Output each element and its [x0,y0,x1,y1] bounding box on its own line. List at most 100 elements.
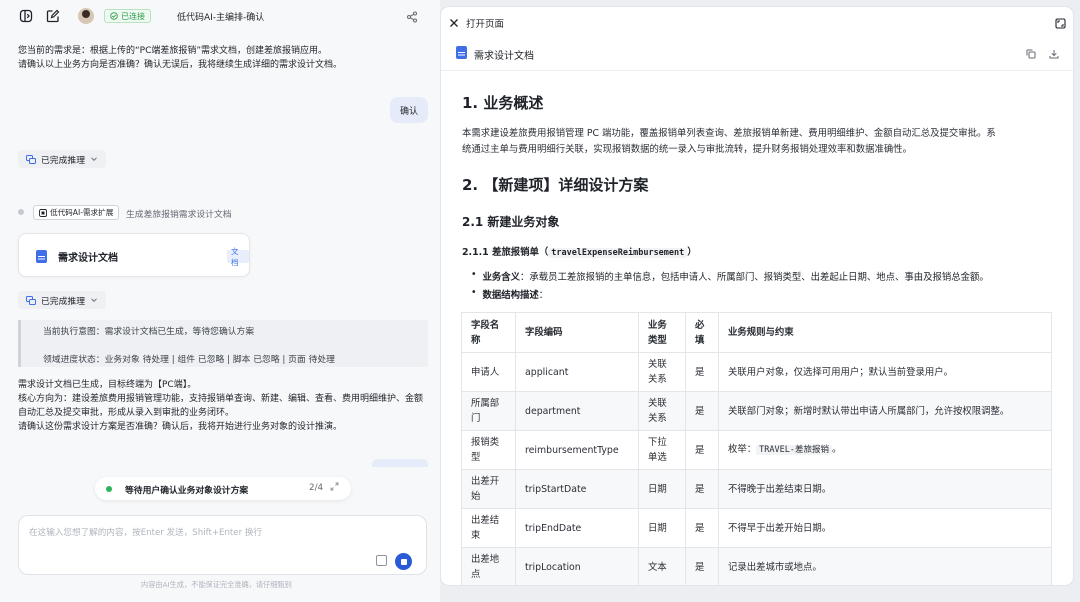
subsection-heading: 2.1 新建业务对象 [462,215,560,229]
table-cell: 日期 [638,469,686,509]
fullscreen-icon[interactable] [1052,15,1068,31]
document-card-title: 需求设计文档 [58,253,118,264]
chat-input-placeholder[interactable]: 在这输入您想了解的内容，按Enter 发送，Shift+Enter 换行 [29,526,262,538]
avatar[interactable] [78,8,94,24]
paragraph-line: 统通过主单与费用明细行关联，实现报销数据的统一录入与审批流转，提升财务报销处理效… [462,144,913,155]
table-cell: 不得早于出差开始日期。 [718,508,1052,548]
document-icon [36,250,47,263]
table-row: 所属部门 department 关联关系 是 关联部门对象；新增时默认带出申请人… [461,391,1052,431]
panel-header: 打开页面 [441,7,1073,37]
table-cell: 是 [685,430,719,470]
table-header-row: 字段名称 字段编码 业务类型 必填 业务规则与约束 [461,312,1052,353]
status-badge: 已连接 [104,9,151,23]
table-row: 出差地点 tripLocation 文本 是 记录出差城市或地点。 [461,547,1052,585]
chat-panel: 已连接 低代码AI-主编排-确认 您当前的需求是：根据上传的“PC端差旅报销”需… [0,0,440,602]
agent-tag: 低代码AI-需求扩展 [33,205,120,220]
bullet-dot: • [471,269,477,280]
document-content: 1. 业务概述 本需求建设差旅费用报销管理 PC 端功能，覆盖报销单列表查询、差… [461,71,1053,585]
reasoning-icon [26,295,36,305]
table-cell: 是 [685,391,719,431]
table-cell: 关联关系 [638,352,686,392]
field-table: 字段名称 字段编码 业务类型 必填 业务规则与约束 申请人 applicant … [461,312,1052,585]
column-header: 字段编码 [515,312,639,353]
user-message: 确认 [390,97,428,123]
reasoning-toggle[interactable]: 已完成推理 [18,291,106,309]
document-title: 需求设计文档 [474,51,534,62]
reasoning-toggle[interactable]: 已完成推理 [18,150,106,168]
table-row: 出差开始 tripStartDate 日期 是 不得晚于出差结束日期。 [461,469,1052,509]
object-heading-prefix: 2.1.1 差旅报销单（ [462,247,549,258]
table-cell: 日期 [638,508,686,548]
paragraph-line: 本需求建设差旅费用报销管理 PC 端功能，覆盖报销单列表查询、差旅报销单新建、费… [462,128,996,139]
enum-code: TRAVEL-差旅报销 [756,445,832,455]
table-cell: 是 [685,469,719,509]
bullet-label: 数据结构描述 [482,290,539,301]
cell-text: 枚举： [728,444,757,455]
user-message-partial [372,459,428,467]
document-type-tag: 文档 [227,247,249,267]
table-cell: 申请人 [461,352,516,392]
column-header: 业务类型 [638,312,686,353]
progress-text: 等待用户确认业务对象设计方案 [125,486,249,496]
table-cell: reimbursementType [515,430,639,470]
reasoning-quote: 当前执行意图：需求设计文档已生成，等待您确认方案 领域进度状态：业务对象 待处理… [18,320,428,367]
message-line: 请确认以上业务方向是否准确？确认无误后，我将继续生成详细的需求设计文档。 [18,60,343,70]
cell-text: 。 [831,444,842,455]
share-icon[interactable] [404,9,420,25]
table-cell: 出差开始 [461,469,516,509]
document-card[interactable]: 需求设计文档 文档 [18,233,250,277]
progress-status-dot [106,486,112,492]
assistant-message: 需求设计文档已生成，目标终端为【PC端】。 核心方向为：建设差旅费用报销管理功能… [18,378,423,434]
message-line: 请确认这份需求设计方案是否准确？确认后，我将开始进行业务对象的设计推演。 [18,422,343,432]
section-heading: 1. 业务概述 [462,94,544,112]
column-header: 业务规则与约束 [718,312,1052,353]
message-line: 自动汇总及提交审批，形成从录入到审批的业务闭环。 [18,408,235,418]
overview-paragraph: 本需求建设差旅费用报销管理 PC 端功能，覆盖报销单列表查询、差旅报销单新建、费… [462,126,1052,158]
table-cell: tripLocation [515,547,639,585]
bullet-text: ： [538,290,549,301]
sidebar-toggle-icon[interactable] [18,8,34,24]
chevron-down-icon [91,157,97,162]
table-cell: applicant [515,352,639,392]
check-circle-icon [110,12,118,20]
panel-title: 打开页面 [466,19,505,30]
object-code: travelExpenseReimbursement [548,248,688,258]
table-cell: 出差结束 [461,508,516,548]
timeline-dot [18,209,24,215]
table-cell: 下拉单选 [638,430,686,470]
table-cell: 关联用户对象，仅选择可用用户；默认当前登录用户。 [718,352,1052,392]
object-heading-suffix: ） [687,247,697,258]
table-cell: tripEndDate [515,508,639,548]
quote-line: 当前执行意图：需求设计文档已生成，等待您确认方案 [43,327,255,337]
table-cell: 是 [685,508,719,548]
progress-indicator[interactable]: 等待用户确认业务对象设计方案 2/4 [95,477,351,500]
image-upload-icon[interactable] [376,555,387,566]
close-icon[interactable] [446,15,462,31]
status-text: 已连接 [121,11,145,21]
table-cell: department [515,391,639,431]
page-title: 低代码AI-主编排-确认 [177,13,265,23]
table-cell: 枚举： TRAVEL-差旅报销。 [718,430,1052,470]
chat-input-box[interactable]: 在这输入您想了解的内容，按Enter 发送，Shift+Enter 换行 [18,515,427,575]
table-cell: 不得晚于出差结束日期。 [718,469,1052,509]
object-heading: 2.1.1 差旅报销单（ travelExpenseReimbursement） [462,244,697,258]
column-header: 字段名称 [461,312,516,353]
copy-icon[interactable] [1023,46,1039,62]
assistant-message: 您当前的需求是：根据上传的“PC端差旅报销”需求文档，创建差旅报销应用。 请确认… [18,44,342,72]
stop-button[interactable] [395,553,412,570]
expand-icon[interactable] [330,482,339,494]
section-heading: 2. 【新建项】详细设计方案 [462,176,649,194]
download-icon[interactable] [1046,46,1062,62]
bullet-item: • 业务含义：承载员工差旅报销的主单信息，包括申请人、所属部门、报销类型、出差起… [471,269,989,283]
bullet-dot: • [471,287,477,298]
document-icon [456,46,467,59]
table-cell: 文本 [638,547,686,585]
message-line: 需求设计文档已生成，目标终端为【PC端】。 [18,380,197,390]
new-chat-icon[interactable] [45,8,61,24]
ai-disclaimer: 内容由AI生成，不能保证完全准确，请仔细甄别 [141,580,292,589]
agent-tag-label: 低代码AI-需求扩展 [50,208,114,217]
table-row: 报销类型 reimbursementType 下拉单选 是 枚举： TRAVEL-… [461,430,1052,470]
reasoning-label: 已完成推理 [41,155,85,166]
message-line: 核心方向为：建设差旅费用报销管理功能，支持报销单查询、新建、编辑、查看、费用明细… [18,394,424,404]
bullet-text: ：承载员工差旅报销的主单信息，包括申请人、所属部门、报销类型、出差起止日期、地点… [520,272,989,283]
